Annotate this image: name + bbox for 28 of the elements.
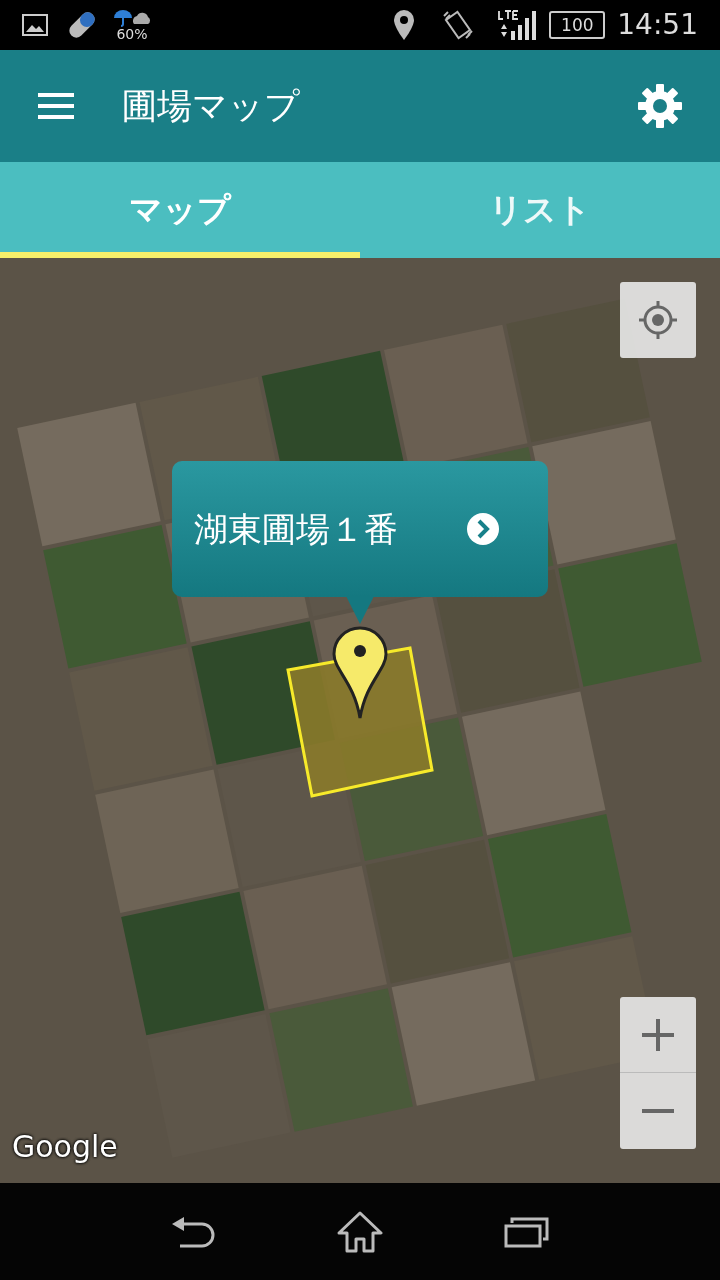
- popup-title: 湖東圃場１番: [194, 507, 398, 551]
- battery-indicator: 100: [549, 11, 606, 39]
- clock: 14:51: [617, 7, 698, 43]
- home-icon[interactable]: [337, 1210, 383, 1253]
- location-icon: [393, 9, 416, 41]
- lte-signal-icon: [497, 9, 538, 41]
- plus-icon: [640, 1016, 676, 1053]
- umbrella-cloud-icon: [112, 9, 152, 27]
- map-pin-icon: [332, 626, 388, 720]
- vibrate-icon: [441, 10, 476, 40]
- chevron-right-icon[interactable]: [466, 512, 500, 546]
- zoom-in-button[interactable]: [620, 997, 696, 1073]
- satellite-map[interactable]: 湖東圃場１番 Google: [0, 258, 720, 1183]
- minus-icon: [640, 1107, 676, 1115]
- menu-icon[interactable]: [36, 92, 76, 120]
- back-icon[interactable]: [170, 1214, 217, 1249]
- precipitation-chance: 60%: [116, 27, 148, 41]
- my-location-button[interactable]: [620, 282, 696, 358]
- settings-icon[interactable]: [636, 82, 684, 130]
- popup-pointer: [346, 596, 374, 624]
- field-popup[interactable]: 湖東圃場１番: [172, 461, 548, 597]
- recent-apps-icon[interactable]: [503, 1215, 550, 1248]
- selected-field-outline[interactable]: [286, 646, 435, 798]
- crosshair-icon: [637, 299, 679, 341]
- map-attribution-logo: Google: [12, 1128, 118, 1166]
- app-title: 圃場マップ: [122, 84, 300, 128]
- image-icon: [22, 14, 48, 36]
- zoom-out-button[interactable]: [620, 1073, 696, 1149]
